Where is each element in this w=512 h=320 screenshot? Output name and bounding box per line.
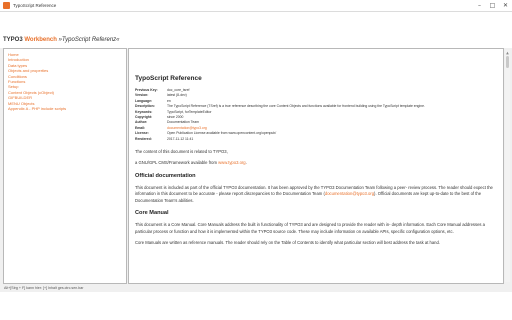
core-manual-text-2: Core Manuals are written as reference ma… xyxy=(135,239,441,245)
meta-row: Rendered: 2017-11-12 11:41 xyxy=(135,136,194,141)
sidebar-item-appendix-a[interactable]: Appendix A - PHP include scripts xyxy=(8,106,122,111)
meta-row: Description: The TypoScript Reference (TS… xyxy=(135,104,425,109)
toc-sidebar: Home Introduction Data types Objects and… xyxy=(3,48,127,284)
intro-text-1: The content of this document is related … xyxy=(135,149,228,155)
official-docs-text: This document is included as part of the… xyxy=(135,184,493,203)
page-title: TYPO3 Workbench »TypoScript Referenz« xyxy=(3,37,120,43)
window-controls: – □ ✕ xyxy=(473,0,512,12)
content-scrollbar[interactable]: ▲ xyxy=(505,50,510,282)
documentation-email-link[interactable]: documentation@typo3.org xyxy=(325,191,374,196)
scrollbar-thumb[interactable] xyxy=(506,56,509,68)
minimize-icon[interactable]: – xyxy=(473,0,486,12)
scroll-up-icon[interactable]: ▲ xyxy=(505,50,510,55)
typo3-website-link[interactable]: www.typo3.org xyxy=(218,160,245,165)
status-text: Alt+[Strg + F] kann hier: [+] Inhalt ges… xyxy=(4,286,84,290)
section-heading-core-manual: Core Manual xyxy=(135,210,169,217)
typo3-app-icon xyxy=(3,2,10,9)
page-header: TYPO3 Workbench »TypoScript Referenz« xyxy=(0,12,512,48)
status-bar: Alt+[Strg + F] kann hier: [+] Inhalt ges… xyxy=(0,284,512,292)
window-bottom-area xyxy=(0,292,512,320)
core-manual-text-1: This document is a Core Manual. Core Man… xyxy=(135,222,486,234)
intro-text-2: a GNU/GPL CMS/Framework available from w… xyxy=(135,160,247,166)
close-icon[interactable]: ✕ xyxy=(499,0,512,12)
document-content: TypoScript Reference Previous Key: doc_co… xyxy=(128,48,504,284)
window-titlebar: TypoScript Reference – □ ✕ xyxy=(0,0,512,12)
document-heading: TypoScript Reference xyxy=(135,75,202,82)
email-link[interactable]: documentation@typo3.org xyxy=(167,126,207,130)
metadata-table: Previous Key: doc_core_tsref Version: late… xyxy=(135,88,425,142)
section-heading-official-docs: Official documentation xyxy=(135,172,196,179)
maximize-icon[interactable]: □ xyxy=(486,0,499,12)
window-title: TypoScript Reference xyxy=(13,3,57,8)
